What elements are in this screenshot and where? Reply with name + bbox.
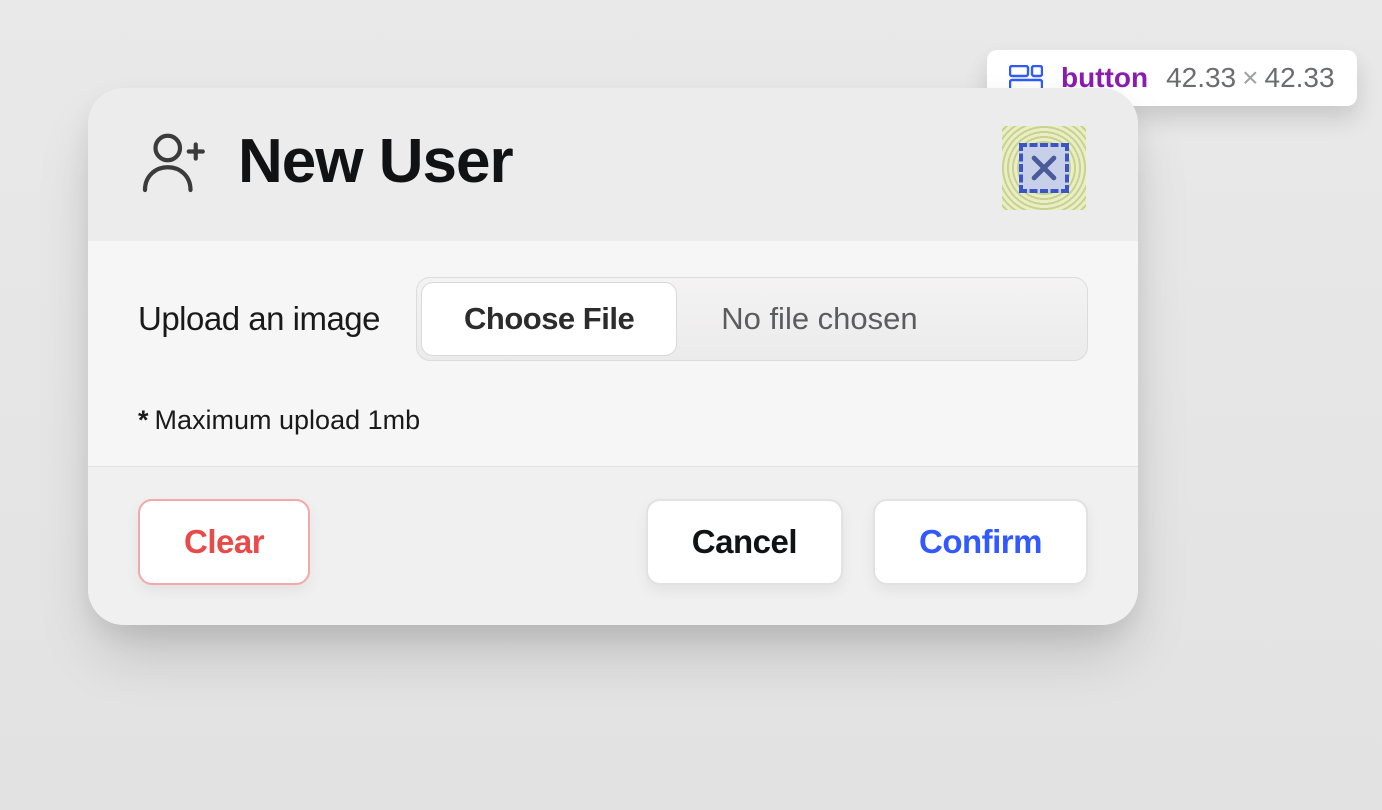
choose-file-button[interactable]: Choose File	[421, 282, 677, 356]
dialog-title: New User	[238, 126, 513, 197]
dialog-footer: Clear Cancel Confirm	[88, 467, 1138, 625]
upload-hint: *Maximum upload 1mb	[138, 405, 1088, 436]
clear-button[interactable]: Clear	[138, 499, 310, 585]
page-root: button 42.33×42.33 New User	[0, 0, 1382, 810]
upload-row: Upload an image Choose File No file chos…	[138, 277, 1088, 361]
inspector-width: 42.33	[1166, 62, 1236, 93]
inspector-multiply-icon: ×	[1242, 62, 1258, 93]
user-plus-icon	[138, 127, 208, 197]
inspector-height: 42.33	[1265, 62, 1335, 93]
confirm-button[interactable]: Confirm	[873, 499, 1088, 585]
close-icon	[1027, 151, 1061, 185]
hint-text: Maximum upload 1mb	[155, 405, 421, 435]
cancel-button[interactable]: Cancel	[646, 499, 843, 585]
file-input[interactable]: Choose File No file chosen	[416, 277, 1088, 361]
dialog-header: New User	[88, 88, 1138, 241]
hint-asterisk: *	[138, 405, 149, 435]
file-status-text: No file chosen	[681, 278, 1087, 360]
inspector-dimensions: 42.33×42.33	[1166, 62, 1335, 94]
new-user-dialog: New User Upload an image Choose File No …	[88, 88, 1138, 625]
upload-label: Upload an image	[138, 300, 380, 338]
close-button[interactable]	[1002, 126, 1086, 210]
dialog-body: Upload an image Choose File No file chos…	[88, 241, 1138, 467]
